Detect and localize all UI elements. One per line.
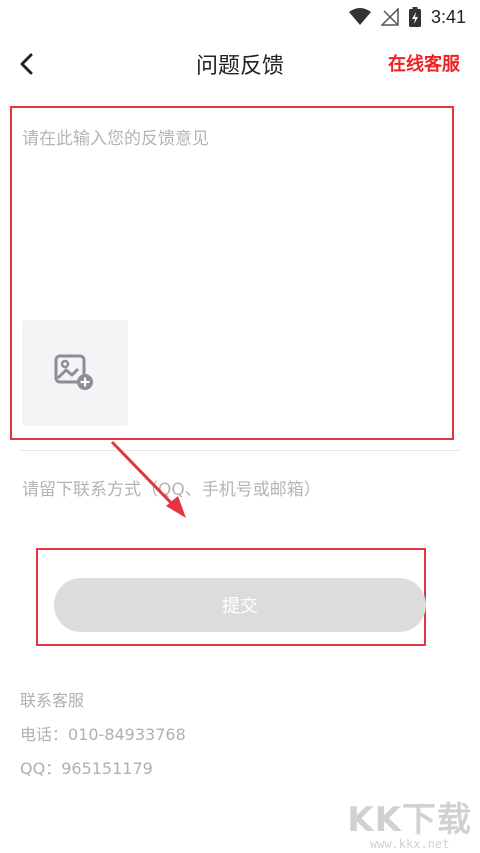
contact-input[interactable] xyxy=(20,474,464,506)
support-title: 联系客服 xyxy=(20,691,85,710)
support-qq: QQ：965151179 xyxy=(20,759,153,778)
feedback-input[interactable] xyxy=(20,122,444,316)
wifi-icon xyxy=(348,8,371,25)
submit-button[interactable]: 提交 xyxy=(54,578,426,632)
status-bar: 3:41 xyxy=(0,0,480,34)
divider xyxy=(20,450,460,451)
no-signal-icon xyxy=(380,8,399,26)
support-phone: 电话：010-84933768 xyxy=(20,725,186,744)
battery-charging-icon xyxy=(408,7,421,27)
image-add-icon xyxy=(54,354,93,390)
add-image-button[interactable] xyxy=(22,320,128,426)
annotation-arrow xyxy=(110,440,186,518)
online-service-link[interactable]: 在线客服 xyxy=(388,50,460,76)
feedback-section xyxy=(10,106,454,440)
nav-bar: 问题反馈 在线客服 xyxy=(0,34,480,94)
status-time: 3:41 xyxy=(430,6,466,27)
watermark: KK下载 www.kkx.net xyxy=(347,792,472,851)
watermark-brand: KK下载 xyxy=(347,800,472,840)
